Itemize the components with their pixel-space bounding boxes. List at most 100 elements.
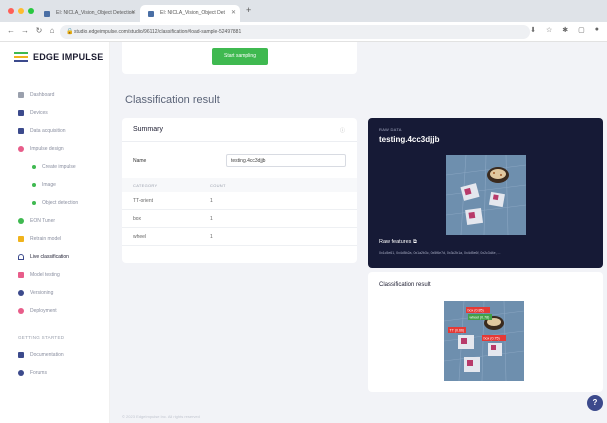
info-icon[interactable]: ⓘ: [340, 127, 345, 134]
tab-title: EI: NICLA_Vision_Object Det: [160, 10, 225, 16]
favicon-icon: [44, 11, 50, 17]
deployment-icon: [18, 308, 24, 314]
sidebar-item-image[interactable]: Image: [32, 179, 56, 191]
raw-features-values: 0x1c5e61, 0x4d5b2a, 0x1a2b3c, 0x5f6e7d, …: [379, 251, 501, 255]
sidebar-item-versioning[interactable]: Versioning: [18, 287, 53, 299]
detection-label: box (0.75): [484, 337, 500, 341]
star-icon[interactable]: ☆: [546, 26, 552, 34]
sidebar-item-create-impulse[interactable]: Create impulse: [32, 161, 76, 173]
sidebar-item-forums[interactable]: Forums: [18, 367, 47, 379]
lock-icon: 🔒: [66, 29, 74, 35]
edge-impulse-logo-icon: [14, 52, 28, 62]
getting-started-heading: GETTING STARTED: [18, 335, 65, 340]
raw-features-label: Raw features ⧉: [379, 239, 417, 246]
new-tab-icon[interactable]: +: [246, 5, 251, 15]
close-window-icon[interactable]: [8, 8, 14, 14]
sidebar-item-live-classification[interactable]: Live classification: [18, 251, 69, 263]
favicon-icon: [148, 11, 154, 17]
reload-icon[interactable]: ↻: [34, 26, 44, 35]
sidebar-item-label: Devices: [30, 110, 48, 116]
home-icon[interactable]: ⌂: [47, 26, 57, 35]
count-cell: 1: [210, 216, 213, 222]
live-classification-icon: [18, 254, 24, 260]
classification-result-card: Classification result box (0.85) wheel (…: [368, 272, 603, 392]
summary-card: Summary ⓘ Name testing.4cc3djjb CATEGORY…: [122, 118, 357, 263]
browser-tab[interactable]: EI: NICLA_Vision_Object Detection ✕: [36, 5, 140, 22]
close-tab-icon[interactable]: ✕: [231, 5, 236, 22]
devices-icon: [18, 110, 24, 116]
count-cell: 1: [210, 234, 213, 240]
sidebar-item-label: EON Tuner: [30, 218, 56, 224]
sidebar-toggle-icon[interactable]: ▢: [578, 26, 585, 34]
extensions-icon[interactable]: ✱: [562, 26, 568, 34]
sidebar-item-model-testing[interactable]: Model testing: [18, 269, 60, 281]
browser-tab-bar: EI: NICLA_Vision_Object Detection ✕ EI: …: [0, 0, 607, 22]
sidebar: EDGE IMPULSE Dashboard Devices Data acqu…: [0, 42, 110, 423]
tab-title: EI: NICLA_Vision_Object Detection: [56, 10, 135, 16]
raw-sample-image: [446, 155, 526, 235]
classified-image: box (0.85) wheel (0.78) TT (0.66) box (0…: [444, 301, 524, 381]
sidebar-item-deployment[interactable]: Deployment: [18, 305, 57, 317]
forums-icon: [18, 370, 24, 376]
detection-label: wheel (0.78): [470, 316, 490, 320]
sidebar-item-label: Versioning: [30, 290, 54, 296]
sidebar-item-label: Impulse design: [30, 146, 64, 152]
name-label: Name: [133, 158, 147, 164]
detection-label: box (0.85): [468, 309, 484, 313]
sidebar-item-devices[interactable]: Devices: [18, 107, 48, 119]
category-cell: wheel: [133, 234, 147, 240]
footer-text: © 2023 EdgeImpulse Inc. All rights reser…: [122, 414, 200, 419]
category-cell: box: [133, 216, 142, 222]
table-row: box 1: [122, 210, 357, 228]
retrain-model-icon: [18, 236, 24, 242]
sidebar-item-documentation[interactable]: Documentation: [18, 349, 64, 361]
sidebar-item-label: Live classification: [30, 254, 69, 260]
detection-label: TT (0.66): [450, 329, 465, 333]
sidebar-item-impulse-design[interactable]: Impulse design: [18, 143, 64, 155]
sidebar-item-label: Data acquisition: [30, 128, 66, 134]
maximize-window-icon[interactable]: [28, 8, 34, 14]
dashboard-icon: [18, 92, 24, 98]
classification-result-title: Classification result: [379, 282, 431, 288]
minimize-window-icon[interactable]: [18, 8, 24, 14]
brand-logo[interactable]: EDGE IMPULSE: [14, 52, 103, 62]
sidebar-item-label: Deployment: [30, 308, 57, 314]
count-cell: 1: [210, 198, 213, 204]
data-acquisition-icon: [18, 128, 24, 134]
brand-name: EDGE IMPULSE: [33, 52, 104, 62]
address-bar-row: ← → ↻ ⌂ 🔒 studio.edgeimpulse.com/studio/…: [0, 22, 607, 42]
back-icon[interactable]: ←: [6, 26, 16, 35]
help-button[interactable]: ?: [587, 395, 603, 411]
bullet-icon: [32, 183, 36, 187]
copy-icon[interactable]: ⧉: [413, 239, 417, 245]
raw-data-card: RAW DATA testing.4cc3djjb Raw features ⧉…: [368, 118, 603, 268]
forward-icon[interactable]: →: [20, 26, 30, 35]
close-tab-icon[interactable]: ✕: [131, 5, 136, 22]
table-row: wheel 1: [122, 228, 357, 246]
documentation-icon: [18, 352, 24, 358]
window-controls[interactable]: [8, 8, 34, 14]
browser-tab-active[interactable]: EI: NICLA_Vision_Object Det ✕: [140, 5, 240, 22]
column-header-count: COUNT: [210, 183, 226, 188]
sidebar-item-data-acquisition[interactable]: Data acquisition: [18, 125, 66, 137]
browser-actions: ⬇ ☆ ✱ ▢ ●: [530, 26, 599, 34]
sidebar-item-object-detection[interactable]: Object detection: [32, 197, 78, 209]
eon-tuner-icon: [18, 218, 24, 224]
sidebar-item-retrain-model[interactable]: Retrain model: [18, 233, 61, 245]
sidebar-item-label: Image: [42, 182, 56, 188]
url-text: studio.edgeimpulse.com/studio/96112/clas…: [74, 29, 242, 35]
bullet-icon: [32, 165, 36, 169]
sample-name-field[interactable]: testing.4cc3djjb: [226, 154, 346, 167]
sidebar-item-label: Dashboard: [30, 92, 55, 98]
column-header-category: CATEGORY: [133, 183, 158, 188]
download-icon[interactable]: ⬇: [530, 26, 536, 34]
sidebar-item-eon-tuner[interactable]: EON Tuner: [18, 215, 55, 227]
sidebar-item-label: Forums: [30, 370, 47, 376]
sidebar-item-label: Documentation: [30, 352, 64, 358]
sidebar-item-dashboard[interactable]: Dashboard: [18, 89, 54, 101]
profile-icon[interactable]: ●: [595, 26, 599, 34]
url-input[interactable]: 🔒 studio.edgeimpulse.com/studio/96112/cl…: [60, 25, 530, 39]
sample-name-row: Name testing.4cc3djjb: [122, 154, 357, 172]
summary-header: Summary ⓘ: [122, 118, 357, 142]
start-sampling-button[interactable]: Start sampling: [212, 48, 268, 65]
